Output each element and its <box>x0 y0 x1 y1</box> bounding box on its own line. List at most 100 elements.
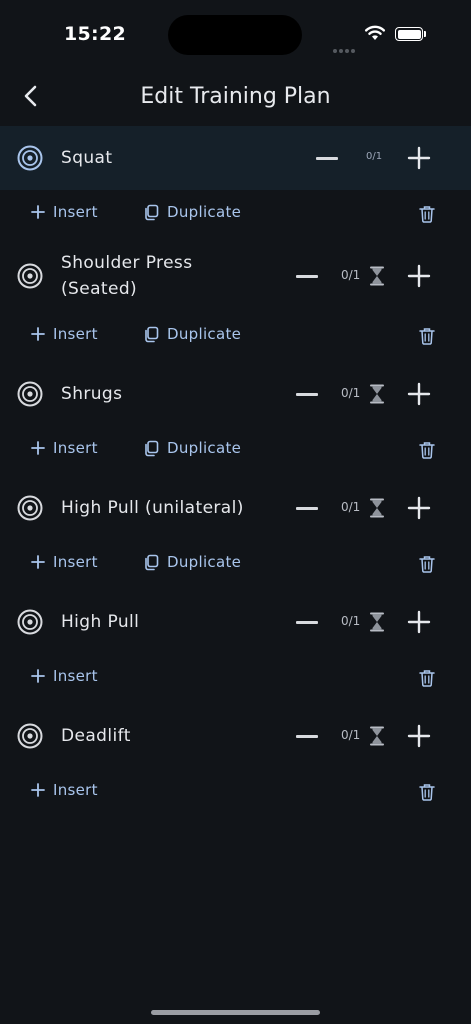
home-indicator[interactable] <box>151 1010 320 1015</box>
target-icon <box>17 381 43 407</box>
target-icon <box>17 723 43 749</box>
duplicate-label: Duplicate <box>167 325 242 343</box>
copy-icon <box>145 554 159 570</box>
plus-icon <box>31 783 45 797</box>
trash-icon[interactable] <box>419 555 435 573</box>
duplicate-label: Duplicate <box>167 553 242 571</box>
exercise-actions: Insert Duplicate <box>0 312 471 362</box>
exercise-row[interactable]: Deadlift 0/1 <box>0 704 471 768</box>
hourglass-icon[interactable] <box>369 384 385 404</box>
hourglass-icon[interactable] <box>369 612 385 632</box>
decrement-button[interactable] <box>296 275 318 278</box>
set-counter: 0/1 <box>341 268 361 282</box>
wifi-icon <box>365 25 385 40</box>
duplicate-button[interactable]: Duplicate <box>143 203 241 221</box>
duplicate-label: Duplicate <box>167 203 242 221</box>
exercise-name: Shrugs <box>61 381 122 407</box>
trash-icon[interactable] <box>419 327 435 345</box>
target-icon <box>17 495 43 521</box>
plus-icon <box>31 441 45 455</box>
status-bar: 15:22 <box>0 0 471 70</box>
decrement-button[interactable] <box>296 735 318 738</box>
copy-icon <box>145 440 159 456</box>
set-counter: 0/1 <box>341 614 361 628</box>
exercise-name-line: Shrugs <box>61 384 123 404</box>
insert-label: Insert <box>53 203 98 221</box>
increment-button[interactable] <box>407 146 431 170</box>
exercise-list: Squat 0/1 Insert Duplicate Shoulder Press (… <box>0 126 471 818</box>
decrement-button[interactable] <box>296 393 318 396</box>
decrement-button[interactable] <box>316 157 338 160</box>
insert-button[interactable]: Insert <box>31 439 98 457</box>
set-counter: 0/1 <box>341 728 361 742</box>
exercise-actions: Insert Duplicate <box>0 426 471 476</box>
battery-icon <box>395 27 423 41</box>
status-time: 15:22 <box>64 23 126 45</box>
target-icon <box>17 145 43 171</box>
duplicate-label: Duplicate <box>167 439 242 457</box>
set-counter: 0/1 <box>341 500 361 514</box>
exercise-actions: Insert <box>0 654 471 704</box>
exercise-name-line: Shoulder Press <box>61 253 193 273</box>
duplicate-button[interactable]: Duplicate <box>143 553 241 571</box>
exercise-row[interactable]: Squat 0/1 <box>0 126 471 190</box>
increment-button[interactable] <box>407 724 431 748</box>
insert-button[interactable]: Insert <box>31 203 98 221</box>
plus-icon <box>31 205 45 219</box>
target-icon <box>17 609 43 635</box>
insert-label: Insert <box>53 781 98 799</box>
dynamic-island <box>168 15 302 55</box>
decrement-button[interactable] <box>296 507 318 510</box>
plus-icon <box>31 669 45 683</box>
set-counter: 0/1 <box>366 151 383 162</box>
duplicate-button[interactable]: Duplicate <box>143 439 241 457</box>
insert-label: Insert <box>53 553 98 571</box>
page-title: Edit Training Plan <box>140 84 331 109</box>
copy-icon <box>145 326 159 342</box>
increment-button[interactable] <box>407 496 431 520</box>
plus-icon <box>31 327 45 341</box>
navigation-header: Edit Training Plan <box>0 72 471 122</box>
exercise-name: Deadlift <box>61 723 131 749</box>
trash-icon[interactable] <box>419 205 435 223</box>
increment-button[interactable] <box>407 264 431 288</box>
increment-button[interactable] <box>407 382 431 406</box>
hourglass-icon[interactable] <box>369 726 385 746</box>
target-icon <box>17 263 43 289</box>
exercise-name-line: (Seated) <box>61 279 138 299</box>
exercise-actions: Insert Duplicate <box>0 540 471 590</box>
exercise-name-line: Deadlift <box>61 726 131 746</box>
exercise-name: Shoulder Press (Seated) <box>61 250 192 302</box>
exercise-name: High Pull (unilateral) <box>61 495 244 521</box>
insert-label: Insert <box>53 325 98 343</box>
decrement-button[interactable] <box>296 621 318 624</box>
insert-button[interactable]: Insert <box>31 553 98 571</box>
exercise-actions: Insert <box>0 768 471 818</box>
exercise-actions: Insert Duplicate <box>0 190 471 240</box>
exercise-name: Squat <box>61 145 112 171</box>
insert-label: Insert <box>53 667 98 685</box>
exercise-row[interactable]: Shoulder Press (Seated) 0/1 <box>0 240 471 312</box>
exercise-name: High Pull <box>61 609 139 635</box>
plus-icon <box>31 555 45 569</box>
exercise-row[interactable]: High Pull (unilateral) 0/1 <box>0 476 471 540</box>
trash-icon[interactable] <box>419 441 435 459</box>
exercise-name-line: High Pull (unilateral) <box>61 498 244 518</box>
exercise-name-line: Squat <box>61 148 113 168</box>
exercise-row[interactable]: High Pull 0/1 <box>0 590 471 654</box>
increment-button[interactable] <box>407 610 431 634</box>
trash-icon[interactable] <box>419 783 435 801</box>
hourglass-icon[interactable] <box>369 498 385 518</box>
insert-button[interactable]: Insert <box>31 325 98 343</box>
insert-label: Insert <box>53 439 98 457</box>
exercise-name-line: High Pull <box>61 612 140 632</box>
hourglass-icon[interactable] <box>369 266 385 286</box>
insert-button[interactable]: Insert <box>31 667 98 685</box>
duplicate-button[interactable]: Duplicate <box>143 325 241 343</box>
insert-button[interactable]: Insert <box>31 781 98 799</box>
trash-icon[interactable] <box>419 669 435 687</box>
copy-icon <box>145 204 159 220</box>
exercise-row[interactable]: Shrugs 0/1 <box>0 362 471 426</box>
set-counter: 0/1 <box>341 386 361 400</box>
cellular-signal-icon <box>333 38 357 57</box>
